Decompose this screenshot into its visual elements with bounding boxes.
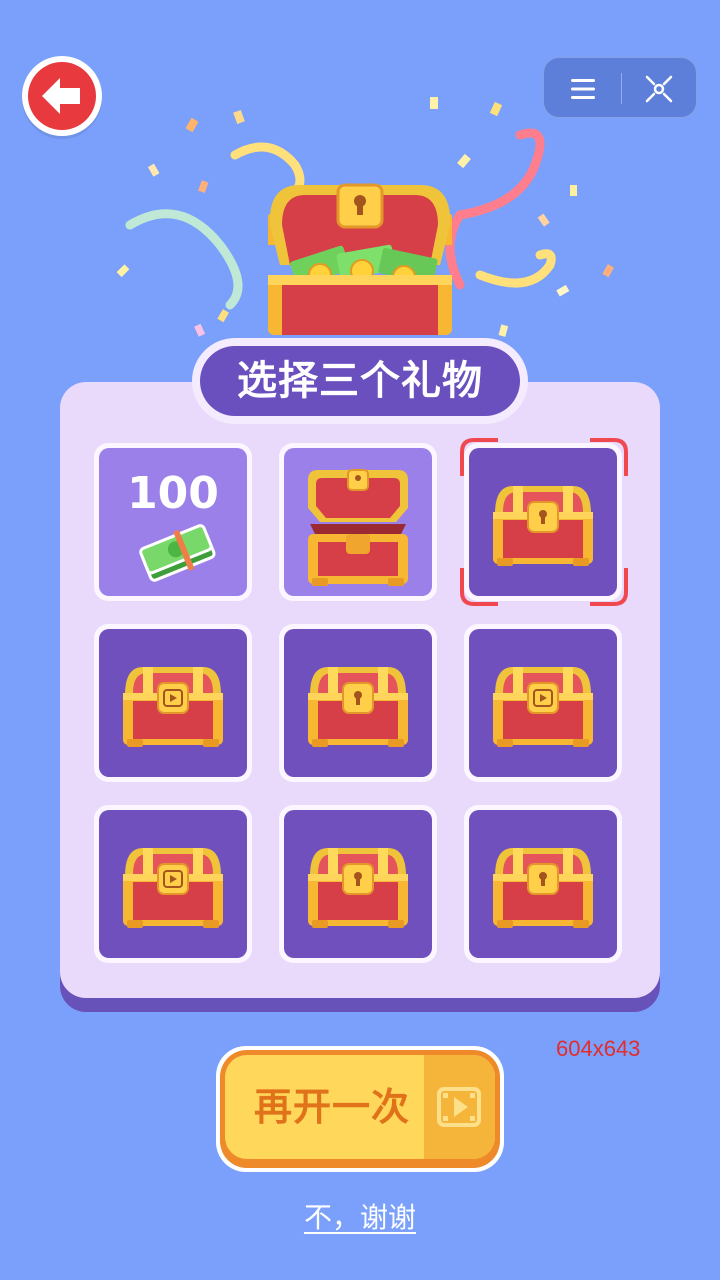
- gift-tile-opened: [279, 443, 437, 601]
- treasure-hero-illustration: [116, 97, 614, 337]
- chest-video-icon: [123, 667, 223, 747]
- selection-frame: [460, 438, 628, 606]
- video-section: [424, 1055, 495, 1159]
- decline-link[interactable]: 不，谢谢: [250, 1196, 470, 1236]
- page-title: 选择三个礼物: [200, 346, 520, 416]
- back-button[interactable]: [22, 56, 102, 136]
- gift-tile-video[interactable]: [94, 805, 252, 963]
- chest-lock-icon: [308, 667, 408, 747]
- open-chest-icon: [308, 469, 408, 586]
- chest-lock-icon: [493, 848, 593, 928]
- cash-bundle-icon: [139, 524, 216, 582]
- reopen-button-label: 再开一次: [253, 1085, 410, 1129]
- chest-video-icon: [493, 667, 593, 747]
- big-treasure-chest: [268, 183, 452, 335]
- gift-tile-locked[interactable]: [279, 805, 437, 963]
- chest-lock-icon: [308, 848, 408, 928]
- back-button-circle: [28, 62, 96, 130]
- video-play-icon: [437, 1087, 481, 1127]
- gift-tile-locked[interactable]: [279, 624, 437, 782]
- gift-tile-revealed-cash: 100: [94, 443, 252, 601]
- gift-tile-locked[interactable]: [464, 805, 622, 963]
- gift-tile-video[interactable]: [464, 624, 622, 782]
- arrow-left-icon: [42, 78, 80, 114]
- gift-tile-video[interactable]: [94, 624, 252, 782]
- size-label: 604x643: [556, 1036, 641, 1061]
- title-pill: 选择三个礼物: [192, 338, 528, 424]
- chest-video-icon: [123, 848, 223, 928]
- reopen-button[interactable]: 再开一次: [216, 1046, 504, 1172]
- target-close-icon[interactable]: [642, 72, 676, 106]
